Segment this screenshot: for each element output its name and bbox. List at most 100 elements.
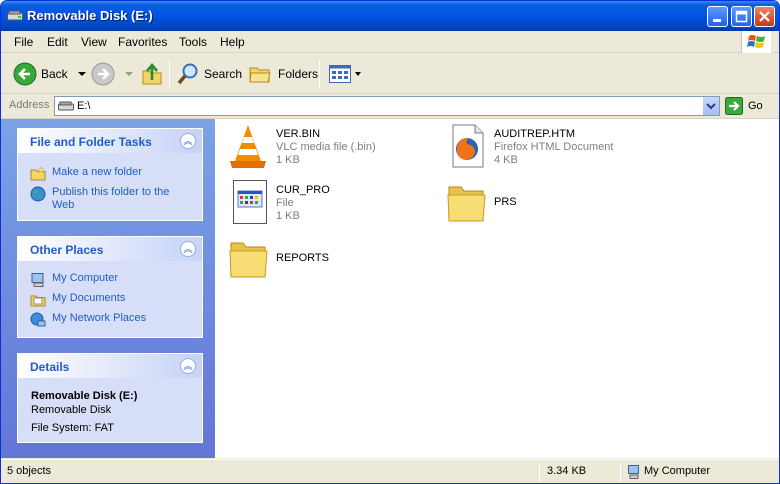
go-button[interactable]: Go [725,97,763,115]
back-label: Back [41,67,68,81]
publish-to-web-link[interactable]: Publish this folder to the Web [30,186,190,212]
forward-button[interactable] [91,60,135,88]
status-size: 3.34 KB [547,465,587,477]
back-arrow-icon [13,62,37,86]
generic-file-icon [233,180,267,224]
vlc-cone-icon [230,125,266,168]
documents-folder-icon [30,295,46,307]
file-name: AUDITREP.HTM [494,128,576,140]
folders-icon [249,67,271,83]
file-item[interactable]: CUR_PRO File 1 KB [219,177,419,227]
my-network-places-link[interactable]: My Network Places [30,312,146,328]
menu-file[interactable]: File [14,35,33,49]
firefox-icon [452,124,484,168]
folder-icon [229,242,268,278]
my-documents-link[interactable]: My Documents [30,292,125,308]
file-type: File [276,197,294,209]
file-name: CUR_PRO [276,184,330,196]
address-input[interactable]: E:\ [54,96,720,116]
up-folder-button[interactable] [141,60,163,88]
windows-flag-icon [747,35,765,48]
folder-item[interactable]: PRS [437,177,637,227]
details-type: Removable Disk [31,404,112,416]
address-dropdown-button[interactable] [702,97,719,115]
link-label: My Computer [52,272,119,284]
toolbar: Back Search Folders [1,54,779,94]
status-divider [539,463,540,481]
chevron-down-icon [77,72,86,76]
forward-arrow-icon [91,62,115,86]
menu-help[interactable]: Help [220,35,245,49]
address-bar: Address E:\ Go [1,94,779,119]
link-label: Publish this folder to the Web [52,186,170,211]
link-label: My Documents [52,292,126,304]
toolbar-separator [169,60,170,88]
new-folder-icon [30,166,46,181]
go-arrow-icon [725,97,743,115]
status-zone: My Computer [644,465,711,477]
panel-title: File and Folder Tasks [30,135,152,149]
go-label: Go [748,100,763,112]
minimize-button[interactable] [707,6,728,27]
details-filesystem: File System: FAT [31,422,114,434]
menu-bar: File Edit View Favorites Tools Help [1,31,779,53]
other-places-panel: Other Places ︽ My Computer My Documents … [17,236,203,338]
status-divider [620,463,621,481]
views-icon [329,65,351,83]
my-computer-link[interactable]: My Computer [30,272,118,288]
task-pane: File and Folder Tasks ︽ Make a new folde… [1,119,215,458]
collapse-icon[interactable]: ︽ [180,358,196,374]
address-value: E:\ [77,100,91,112]
title-bar[interactable]: Removable Disk (E:) [1,1,779,31]
file-size: 1 KB [276,210,300,222]
link-label: My Network Places [52,312,147,324]
folders-button[interactable]: Folders [248,60,318,88]
explorer-window: Removable Disk (E:) File Edit View Favor… [0,0,780,484]
views-button[interactable] [328,60,362,88]
details-panel: Details ︽ Removable Disk (E:) Removable … [17,353,203,443]
window-title: Removable Disk (E:) [27,8,153,23]
menu-favorites[interactable]: Favorites [118,35,167,49]
close-button[interactable] [754,6,775,27]
up-folder-icon [142,62,162,85]
folder-name: PRS [494,196,517,208]
make-new-folder-link[interactable]: Make a new folder [30,166,142,182]
status-bar: 5 objects 3.34 KB My Computer [1,459,779,483]
computer-icon [31,273,44,287]
address-label: Address [9,99,50,111]
maximize-button[interactable] [731,6,752,27]
collapse-icon[interactable]: ︽ [180,133,196,149]
search-button[interactable]: Search [176,60,242,88]
toolbar-separator [319,60,320,88]
file-type: VLC media file (.bin) [276,141,376,153]
maximize-icon [735,10,748,23]
details-name: Removable Disk (E:) [31,390,138,402]
search-icon [177,63,198,85]
file-type: Firefox HTML Document [494,141,614,153]
folder-item[interactable]: REPORTS [219,233,419,283]
file-list: VER.BIN VLC media file (.bin) 1 KB AUDIT… [215,119,779,458]
back-button[interactable]: Back [13,60,88,88]
menu-tools[interactable]: Tools [179,35,207,49]
globe-icon [30,186,46,202]
menu-edit[interactable]: Edit [47,35,68,49]
search-label: Search [204,67,243,81]
network-icon [30,312,46,327]
panel-title: Other Places [30,243,104,257]
folder-icon [447,186,486,222]
folders-label: Folders [278,67,319,81]
collapse-icon[interactable]: ︽ [180,241,196,257]
panel-header[interactable]: Details ︽ [18,354,202,378]
menu-view[interactable]: View [81,35,107,49]
minimize-icon [713,19,721,22]
file-item[interactable]: VER.BIN VLC media file (.bin) 1 KB [219,121,419,171]
chevron-down-icon [125,72,133,76]
panel-header[interactable]: Other Places ︽ [18,237,202,261]
file-size: 4 KB [494,154,518,166]
folder-name: REPORTS [276,252,329,264]
computer-icon [628,465,639,479]
file-folder-tasks-panel: File and Folder Tasks ︽ Make a new folde… [17,128,203,221]
status-object-count: 5 objects [7,465,52,477]
panel-header[interactable]: File and Folder Tasks ︽ [18,129,202,153]
file-item[interactable]: AUDITREP.HTM Firefox HTML Document 4 KB [437,121,637,171]
